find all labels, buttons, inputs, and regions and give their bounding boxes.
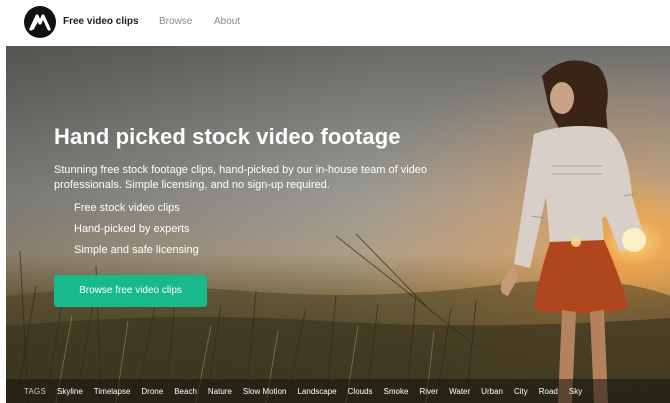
feature-item: Simple and safe licensing xyxy=(74,244,199,256)
tag-link[interactable]: Slow Motion xyxy=(243,387,287,396)
tag-link[interactable]: Smoke xyxy=(384,387,409,396)
tag-link[interactable]: Landscape xyxy=(297,387,336,396)
tag-link[interactable]: Clouds xyxy=(348,387,373,396)
tag-link[interactable]: Urban xyxy=(481,387,503,396)
tag-link[interactable]: Road xyxy=(539,387,558,396)
feature-list: Free stock video clips Hand-picked by ex… xyxy=(74,198,199,261)
tag-link[interactable]: Timelapse xyxy=(94,387,131,396)
hero-section: Hand picked stock video footage Stunning… xyxy=(6,46,670,403)
tag-link[interactable]: City xyxy=(514,387,528,396)
tags-bar: TAGS Skyline Timelapse Drone Beach Natur… xyxy=(6,379,670,403)
feature-item: Free stock video clips xyxy=(74,202,180,214)
tag-link[interactable]: Nature xyxy=(208,387,232,396)
feature-item: Hand-picked by experts xyxy=(74,223,190,235)
browse-clips-button[interactable]: Browse free video clips xyxy=(54,275,207,307)
tag-link[interactable]: Sky xyxy=(569,387,582,396)
tag-link[interactable]: Water xyxy=(449,387,470,396)
nav-browse-link[interactable]: Browse xyxy=(159,16,192,27)
hero-title: Hand picked stock video footage xyxy=(54,124,401,149)
tag-link[interactable]: Drone xyxy=(141,387,163,396)
tag-link[interactable]: Skyline xyxy=(57,387,83,396)
tag-link[interactable]: River xyxy=(419,387,438,396)
nav-about-link[interactable]: About xyxy=(214,16,240,27)
hero-description: Stunning free stock footage clips, hand-… xyxy=(54,164,428,191)
tag-link[interactable]: Beach xyxy=(174,387,197,396)
logo-icon[interactable] xyxy=(24,6,56,38)
tags-label: TAGS xyxy=(24,386,46,396)
brand-name[interactable]: Free video clips xyxy=(63,16,139,27)
top-navigation: Free video clips Browse About xyxy=(0,0,670,46)
